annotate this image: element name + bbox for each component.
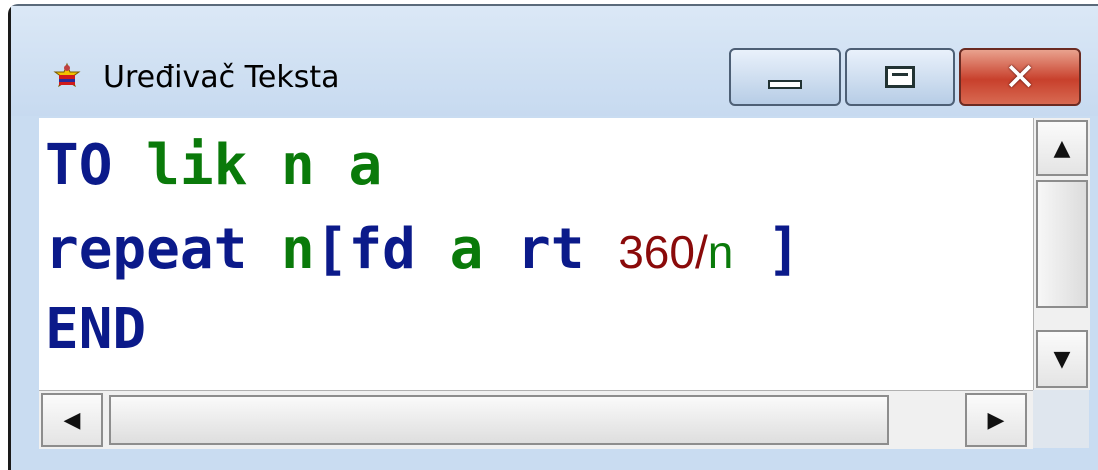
scroll-down-button[interactable]: ▼ bbox=[1036, 330, 1088, 388]
keyword-end: END bbox=[45, 297, 147, 362]
vertical-scroll-thumb[interactable] bbox=[1036, 180, 1088, 308]
horizontal-scroll-thumb[interactable] bbox=[109, 395, 889, 445]
code-line-3: END bbox=[45, 290, 146, 370]
scrollbar-corner bbox=[1033, 390, 1089, 448]
command-repeat: repeat bbox=[45, 217, 248, 282]
arrow-right-icon: ▶ bbox=[987, 407, 1005, 433]
scroll-left-button[interactable]: ◀ bbox=[41, 393, 103, 447]
rt-variable: n bbox=[707, 226, 734, 278]
turtle-icon bbox=[53, 62, 81, 88]
close-bracket: ] bbox=[767, 217, 801, 282]
command-fd: fd bbox=[348, 217, 416, 282]
title-bar[interactable]: Uređivač Teksta ✕ bbox=[11, 6, 1098, 116]
repeat-count: n bbox=[281, 217, 315, 282]
keyword-to: TO bbox=[45, 133, 113, 198]
scroll-right-button[interactable]: ▶ bbox=[965, 393, 1027, 447]
minimize-button[interactable] bbox=[729, 48, 841, 106]
maximize-button[interactable] bbox=[845, 48, 955, 106]
close-icon: ✕ bbox=[1004, 55, 1036, 99]
arrow-left-icon: ◀ bbox=[63, 407, 81, 433]
text-editor[interactable]: TO lik n a repeat n[fd a rt 360/n ] END … bbox=[39, 118, 1090, 449]
command-rt: rt bbox=[517, 217, 585, 282]
param-a: a bbox=[348, 133, 383, 198]
rt-number: 360/ bbox=[618, 226, 708, 278]
close-button[interactable]: ✕ bbox=[959, 48, 1081, 106]
procedure-name: lik bbox=[146, 133, 248, 198]
horizontal-scrollbar[interactable]: ◀ ▶ bbox=[39, 390, 1033, 449]
param-n: n bbox=[281, 133, 315, 198]
arrow-up-icon: ▲ bbox=[1053, 135, 1071, 161]
code-area[interactable]: TO lik n a repeat n[fd a rt 360/n ] END bbox=[39, 118, 1025, 390]
vertical-scrollbar[interactable]: ▲ ▼ bbox=[1033, 118, 1090, 390]
fd-argument: a bbox=[449, 217, 484, 282]
arrow-down-icon: ▼ bbox=[1053, 346, 1071, 372]
code-line-2: repeat n[fd a rt 360/n ] bbox=[45, 210, 801, 290]
open-bracket: [ bbox=[314, 217, 349, 282]
code-line-1: TO lik n a bbox=[45, 126, 382, 206]
maximize-icon bbox=[885, 66, 915, 88]
minimize-icon bbox=[768, 79, 802, 89]
scroll-up-button[interactable]: ▲ bbox=[1036, 120, 1088, 176]
window-title: Uređivač Teksta bbox=[103, 60, 340, 95]
editor-window: Uređivač Teksta ✕ TO lik n a repeat n[fd… bbox=[8, 4, 1098, 470]
